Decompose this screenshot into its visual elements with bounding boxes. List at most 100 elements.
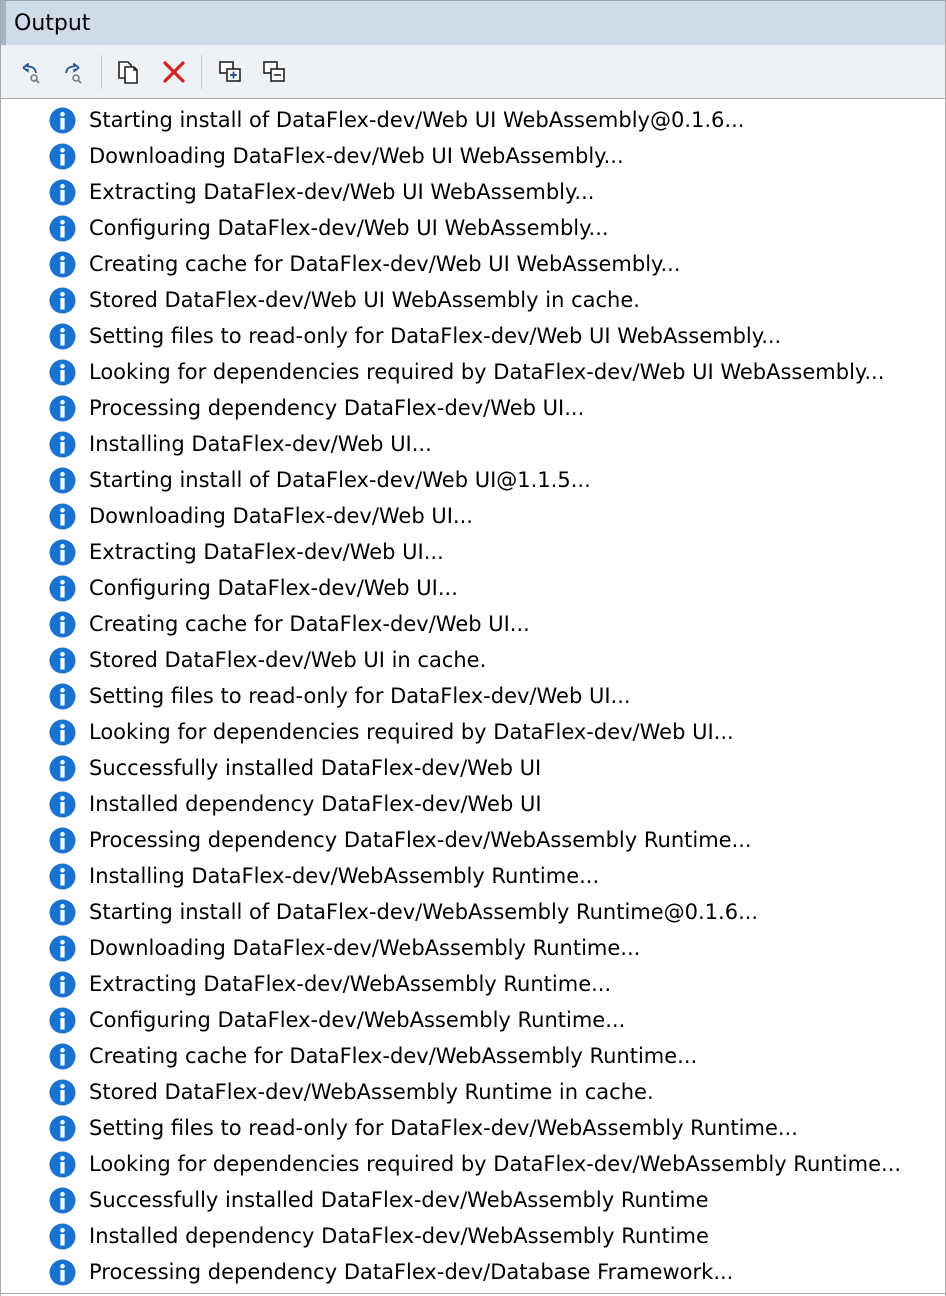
info-icon xyxy=(49,251,76,278)
message-text: Creating cache for DataFlex-dev/WebAssem… xyxy=(89,1044,698,1068)
message-row[interactable]: Setting files to read-only for DataFlex-… xyxy=(1,1110,945,1146)
message-row[interactable]: Downloading DataFlex-dev/Web UI... xyxy=(1,498,945,534)
info-icon xyxy=(49,611,76,638)
message-text: Creating cache for DataFlex-dev/Web UI..… xyxy=(89,612,530,636)
copy-icon xyxy=(118,61,138,84)
output-message-list[interactable]: Starting install of DataFlex-dev/Web UI … xyxy=(1,100,945,1294)
expand-windows-icon xyxy=(219,61,241,82)
message-row[interactable]: Installing DataFlex-dev/WebAssembly Runt… xyxy=(1,858,945,894)
message-row[interactable]: Looking for dependencies required by Dat… xyxy=(1,714,945,750)
message-text: Extracting DataFlex-dev/Web UI... xyxy=(89,540,444,564)
toolbar-separator xyxy=(201,55,202,89)
panel-title: Output xyxy=(14,11,91,36)
message-row[interactable]: Downloading DataFlex-dev/Web UI WebAssem… xyxy=(1,138,945,174)
message-row[interactable]: Installing DataFlex-dev/Web UI... xyxy=(1,426,945,462)
info-icon xyxy=(49,179,76,206)
message-row[interactable]: Setting files to read-only for DataFlex-… xyxy=(1,678,945,714)
message-text: Starting install of DataFlex-dev/WebAsse… xyxy=(89,900,759,924)
red-x-icon xyxy=(163,61,185,83)
message-row[interactable]: Creating cache for DataFlex-dev/Web UI W… xyxy=(1,246,945,282)
message-text: Configuring DataFlex-dev/Web UI WebAssem… xyxy=(89,216,609,240)
clear-button[interactable] xyxy=(157,55,191,89)
message-text: Downloading DataFlex-dev/Web UI WebAssem… xyxy=(89,144,624,168)
message-text: Looking for dependencies required by Dat… xyxy=(89,720,734,744)
info-icon xyxy=(49,1007,76,1034)
message-row[interactable]: Downloading DataFlex-dev/WebAssembly Run… xyxy=(1,930,945,966)
message-row[interactable]: Stored DataFlex-dev/Web UI WebAssembly i… xyxy=(1,282,945,318)
message-row[interactable]: Starting install of DataFlex-dev/Web UI … xyxy=(1,102,945,138)
next-message-button[interactable] xyxy=(55,55,89,89)
message-text: Downloading DataFlex-dev/WebAssembly Run… xyxy=(89,936,641,960)
output-toolbar xyxy=(1,45,945,99)
message-row[interactable]: Successfully installed DataFlex-dev/Web … xyxy=(1,750,945,786)
previous-message-button[interactable] xyxy=(13,55,47,89)
toolbar-separator xyxy=(101,55,102,89)
message-row[interactable]: Looking for dependencies required by Dat… xyxy=(1,354,945,390)
message-row[interactable]: Creating cache for DataFlex-dev/Web UI..… xyxy=(1,606,945,642)
info-icon xyxy=(49,1079,76,1106)
message-text: Looking for dependencies required by Dat… xyxy=(89,1152,902,1176)
info-icon xyxy=(49,899,76,926)
message-row[interactable]: Setting files to read-only for DataFlex-… xyxy=(1,318,945,354)
message-row[interactable]: Configuring DataFlex-dev/WebAssembly Run… xyxy=(1,1002,945,1038)
info-icon xyxy=(49,107,76,134)
info-icon xyxy=(49,359,76,386)
info-icon xyxy=(49,143,76,170)
message-row[interactable]: Installed dependency DataFlex-dev/Web UI xyxy=(1,786,945,822)
info-icon xyxy=(49,503,76,530)
message-row[interactable]: Creating cache for DataFlex-dev/WebAssem… xyxy=(1,1038,945,1074)
message-text: Starting install of DataFlex-dev/Web UI … xyxy=(89,108,745,132)
message-text: Stored DataFlex-dev/WebAssembly Runtime … xyxy=(89,1080,654,1104)
message-row[interactable]: Stored DataFlex-dev/WebAssembly Runtime … xyxy=(1,1074,945,1110)
info-icon xyxy=(49,323,76,350)
info-icon xyxy=(49,755,76,782)
info-icon xyxy=(49,539,76,566)
message-text: Processing dependency DataFlex-dev/WebAs… xyxy=(89,828,752,852)
message-text: Extracting DataFlex-dev/Web UI WebAssemb… xyxy=(89,180,595,204)
message-row[interactable]: Processing dependency DataFlex-dev/Web U… xyxy=(1,390,945,426)
message-text: Setting files to read-only for DataFlex-… xyxy=(89,324,782,348)
output-panel: Output Starting install of DataFlex-dev/… xyxy=(0,0,946,1296)
message-row[interactable]: Extracting DataFlex-dev/WebAssembly Runt… xyxy=(1,966,945,1002)
info-icon xyxy=(49,791,76,818)
info-icon xyxy=(49,935,76,962)
message-text: Processing dependency DataFlex-dev/Datab… xyxy=(89,1260,734,1284)
info-icon xyxy=(49,467,76,494)
copy-button[interactable] xyxy=(111,55,145,89)
message-row[interactable]: Looking for dependencies required by Dat… xyxy=(1,1146,945,1182)
message-row[interactable]: Successfully installed DataFlex-dev/WebA… xyxy=(1,1182,945,1218)
message-text: Installing DataFlex-dev/WebAssembly Runt… xyxy=(89,864,600,888)
message-text: Installed dependency DataFlex-dev/WebAss… xyxy=(89,1224,709,1248)
back-arrow-icon xyxy=(22,63,40,84)
output-titlebar[interactable]: Output xyxy=(1,0,945,45)
message-row[interactable]: Processing dependency DataFlex-dev/Datab… xyxy=(1,1254,945,1290)
message-text: Successfully installed DataFlex-dev/WebA… xyxy=(89,1188,709,1212)
info-icon xyxy=(49,647,76,674)
message-text: Extracting DataFlex-dev/WebAssembly Runt… xyxy=(89,972,612,996)
message-text: Successfully installed DataFlex-dev/Web … xyxy=(89,756,542,780)
message-row[interactable]: Stored DataFlex-dev/Web UI in cache. xyxy=(1,642,945,678)
message-row[interactable]: Configuring DataFlex-dev/Web UI WebAssem… xyxy=(1,210,945,246)
message-text: Installing DataFlex-dev/Web UI... xyxy=(89,432,432,456)
info-icon xyxy=(49,287,76,314)
expand-all-button[interactable] xyxy=(213,55,247,89)
message-row[interactable]: Extracting DataFlex-dev/Web UI... xyxy=(1,534,945,570)
message-text: Stored DataFlex-dev/Web UI WebAssembly i… xyxy=(89,288,640,312)
info-icon xyxy=(49,1259,76,1286)
message-row[interactable]: Starting install of DataFlex-dev/WebAsse… xyxy=(1,894,945,930)
info-icon xyxy=(49,863,76,890)
info-icon xyxy=(49,1043,76,1070)
collapse-all-button[interactable] xyxy=(257,55,291,89)
info-icon xyxy=(49,971,76,998)
info-icon xyxy=(49,1187,76,1214)
message-row[interactable]: Configuring DataFlex-dev/Web UI... xyxy=(1,570,945,606)
message-text: Installed dependency DataFlex-dev/Web UI xyxy=(89,792,542,816)
info-icon xyxy=(49,827,76,854)
message-row[interactable]: Starting install of DataFlex-dev/Web UI@… xyxy=(1,462,945,498)
message-row[interactable]: Extracting DataFlex-dev/Web UI WebAssemb… xyxy=(1,174,945,210)
info-icon xyxy=(49,215,76,242)
info-icon xyxy=(49,395,76,422)
message-row[interactable]: Processing dependency DataFlex-dev/WebAs… xyxy=(1,822,945,858)
message-row[interactable]: Installed dependency DataFlex-dev/WebAss… xyxy=(1,1218,945,1254)
forward-arrow-icon xyxy=(65,63,82,84)
